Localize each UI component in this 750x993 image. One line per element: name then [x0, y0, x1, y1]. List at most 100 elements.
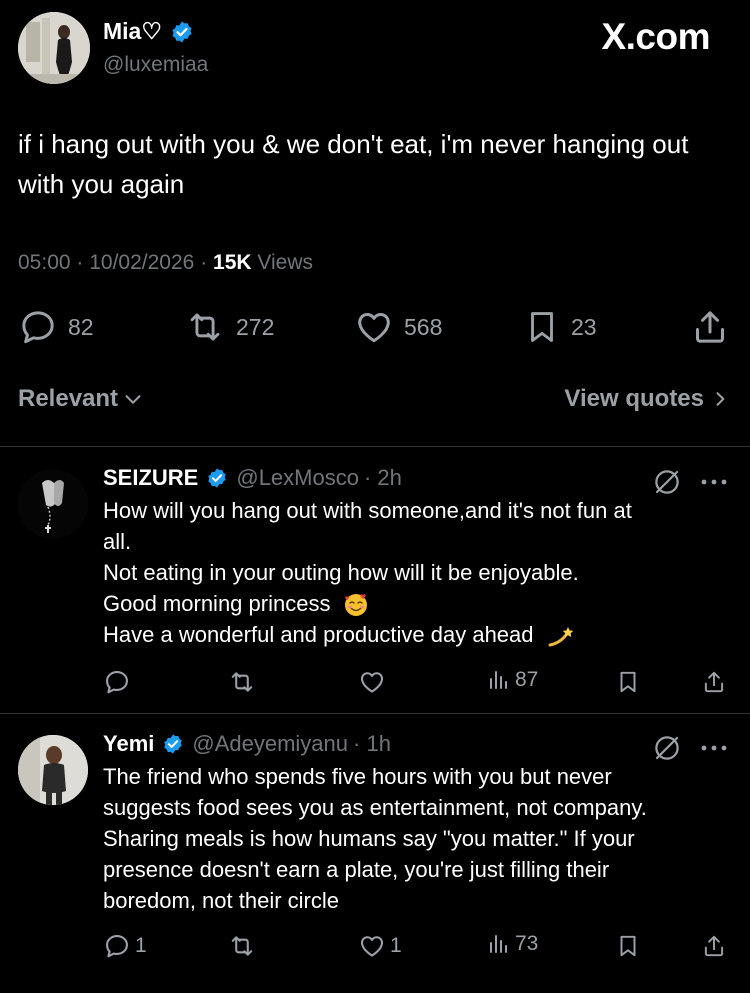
tweet-time[interactable]: 05:00	[18, 251, 71, 274]
reply-avatar[interactable]	[18, 735, 88, 805]
reply-author-handle[interactable]: @Adeyemiyanu	[192, 731, 348, 757]
reply-header: SEIZURE @LexMosco · 2h	[103, 465, 402, 491]
view-quotes-label: View quotes	[564, 385, 704, 412]
repost-icon	[184, 307, 226, 347]
bookmark-count: 23	[571, 313, 597, 340]
smiling-face-with-hearts-emoji-icon	[343, 592, 369, 618]
reply-header: Yemi @Adeyemiyanu · 1h	[103, 731, 391, 757]
dizzy-star-emoji-icon	[546, 623, 576, 649]
site-badge: X.com	[601, 16, 710, 57]
analytics-icon	[487, 668, 511, 692]
reply-icon	[103, 932, 131, 960]
share-button[interactable]	[701, 668, 727, 696]
reply-text-line-with-emoji: Have a wonderful and productive day ahea…	[103, 619, 733, 650]
reply-count: 1	[135, 934, 147, 957]
reply-author-name[interactable]: SEIZURE	[103, 465, 198, 491]
verified-badge-icon	[162, 733, 184, 755]
repost-button[interactable]: 272	[184, 307, 274, 347]
views-count: 87	[515, 668, 539, 691]
like-count: 568	[404, 313, 443, 340]
author-name-row[interactable]: Mia♡	[103, 18, 194, 45]
chevron-down-icon	[122, 388, 144, 410]
reply-text-line: Not eating in your outing how will it be…	[103, 560, 579, 585]
reply-text-line: Sharing meals is how humans say "you mat…	[103, 826, 635, 851]
reply-text-line: The friend who spends five hours with yo…	[103, 764, 612, 789]
sort-label: Relevant	[18, 385, 119, 412]
reply-button[interactable]: 1	[103, 932, 147, 960]
reply-avatar[interactable]	[18, 469, 88, 539]
divider	[0, 446, 750, 447]
repost-icon	[227, 932, 257, 960]
bookmark-icon	[615, 668, 641, 696]
reply-actions: 87	[103, 668, 728, 698]
grok-icon[interactable]	[652, 467, 682, 497]
chevron-right-icon	[710, 388, 730, 410]
verified-badge-icon	[206, 467, 228, 489]
tweet-date[interactable]: 10/02/2026	[89, 251, 194, 274]
heart-icon	[358, 668, 386, 696]
reply-age: · 2h	[363, 465, 402, 490]
reply-icon	[103, 668, 131, 696]
heart-icon	[358, 932, 386, 960]
share-button[interactable]	[701, 932, 727, 960]
reply-count: 82	[68, 313, 94, 340]
repost-icon	[227, 668, 257, 696]
analytics-icon	[487, 932, 511, 956]
more-icon[interactable]	[700, 478, 728, 486]
tweet-actions: 82 272 568 23	[18, 307, 730, 351]
reply-text-line: boredom, not their circle	[103, 888, 339, 913]
divider	[0, 713, 750, 714]
meta-separator: ·	[200, 251, 214, 274]
bookmark-button[interactable]	[615, 932, 641, 960]
bookmark-button[interactable]: 23	[523, 307, 597, 347]
meta-separator: ·	[76, 251, 90, 274]
repost-button[interactable]	[227, 668, 261, 696]
reply-age: · 1h	[353, 731, 391, 756]
like-button[interactable]: 568	[354, 307, 442, 347]
like-count: 1	[390, 934, 402, 957]
reply-top-icons	[652, 467, 728, 497]
sort-dropdown[interactable]: Relevant	[18, 385, 144, 413]
reply-text-line: Good morning princess	[103, 591, 331, 616]
views-button[interactable]: 73	[487, 932, 538, 956]
reply-text-line: presence doesn't earn a plate, you're ju…	[103, 857, 610, 882]
reply-author-handle[interactable]: @LexMosco	[236, 465, 359, 491]
share-icon	[701, 932, 727, 960]
reply-text-line: all.	[103, 529, 132, 554]
reply-text-line: Have a wonderful and productive day ahea…	[103, 622, 534, 647]
views-count: 73	[515, 932, 539, 955]
views-label: Views	[257, 251, 314, 274]
bookmark-icon	[615, 932, 641, 960]
more-icon[interactable]	[700, 744, 728, 752]
reply-button[interactable]: 82	[18, 307, 94, 347]
reply-author-name[interactable]: Yemi	[103, 731, 154, 757]
reply-button[interactable]	[103, 668, 135, 696]
repost-button[interactable]	[227, 932, 261, 960]
verified-badge-icon	[170, 20, 194, 44]
grok-icon[interactable]	[652, 733, 682, 763]
tweet-meta: 05:00 · 10/02/2026 · 15K Views	[18, 251, 313, 275]
like-button[interactable]	[358, 668, 390, 696]
bookmark-button[interactable]	[615, 668, 641, 696]
share-icon	[701, 668, 727, 696]
reply-actions: 1 1 73	[103, 932, 728, 962]
view-quotes-link[interactable]: View quotes	[564, 385, 730, 413]
share-button[interactable]	[690, 307, 730, 347]
author-name[interactable]: Mia♡	[103, 18, 162, 45]
heart-icon	[354, 307, 394, 347]
author-handle[interactable]: @luxemiaa	[103, 53, 208, 77]
share-icon	[690, 307, 730, 347]
views-count: 15K	[213, 251, 252, 274]
tweet-text: if i hang out with you & we don't eat, i…	[18, 129, 689, 199]
views-button[interactable]: 87	[487, 668, 538, 692]
author-avatar[interactable]	[18, 12, 90, 84]
reply-text-line: suggests food sees you as entertainment,…	[103, 795, 647, 820]
like-button[interactable]: 1	[358, 932, 402, 960]
reply-text: How will you hang out with someone,and i…	[103, 495, 733, 650]
bookmark-icon	[523, 307, 561, 347]
repost-count: 272	[236, 313, 275, 340]
reply-text-line-with-emoji: Good morning princess	[103, 588, 733, 619]
reply-icon	[18, 307, 58, 347]
reply-top-icons	[652, 733, 728, 763]
reply-text: The friend who spends five hours with yo…	[103, 761, 733, 916]
